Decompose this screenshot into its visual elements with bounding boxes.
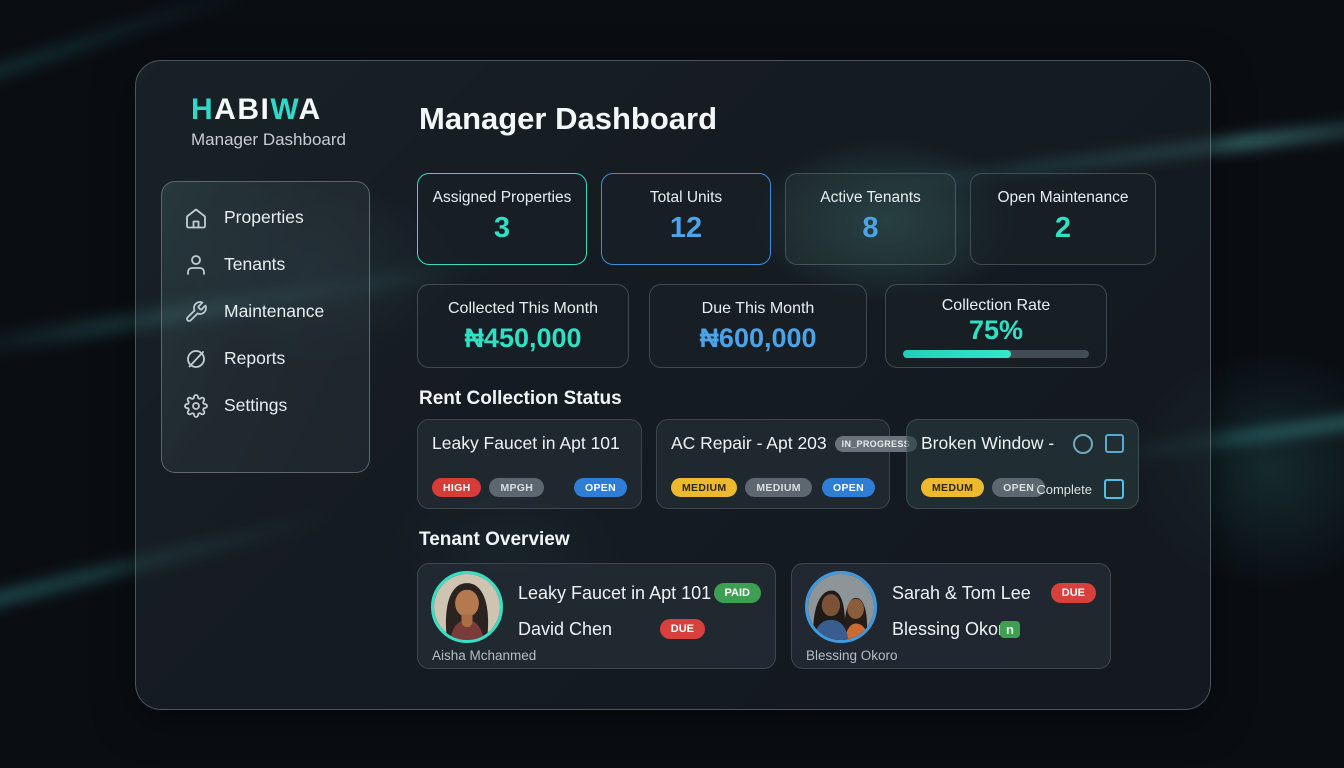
priority-badge: HIGH bbox=[432, 478, 481, 497]
stat-card-active-tenants[interactable]: Active Tenants 8 bbox=[785, 173, 956, 265]
stat-card-total-units[interactable]: Total Units 12 bbox=[601, 173, 771, 265]
due-badge: DUE bbox=[660, 619, 705, 639]
gear-icon bbox=[184, 394, 208, 418]
dashboard-panel: HABIWA Manager Dashboard Properties Tena… bbox=[135, 60, 1211, 710]
category-badge: MPGH bbox=[489, 478, 544, 497]
stat-label: Collected This Month bbox=[418, 300, 628, 318]
stat-value: 2 bbox=[971, 212, 1155, 245]
stat-value: 3 bbox=[418, 212, 586, 245]
tenant-row-text: Leaky Faucet in Apt 101 bbox=[518, 583, 711, 604]
sidebar-item-label: Properties bbox=[224, 207, 304, 228]
sidebar-item-properties[interactable]: Properties bbox=[162, 194, 369, 241]
stat-value: ₦450,000 bbox=[418, 323, 628, 354]
paid-badge: PAID bbox=[714, 583, 761, 603]
complete-label: Complete bbox=[1036, 482, 1092, 497]
maintenance-card[interactable]: Broken Window - MEDUM OPEN Complete bbox=[906, 419, 1139, 509]
brand-name: HABIWA bbox=[191, 93, 346, 127]
wrench-icon bbox=[184, 300, 208, 324]
square-outline-icon bbox=[1105, 434, 1124, 453]
tenant-row-text: Sarah & Tom Lee bbox=[892, 583, 1031, 604]
avatar-image-couple bbox=[808, 574, 874, 640]
user-icon bbox=[184, 253, 208, 277]
sidebar-item-reports[interactable]: Reports bbox=[162, 335, 369, 382]
badge-fragment: n bbox=[1000, 621, 1020, 638]
sidebar-item-label: Maintenance bbox=[224, 301, 324, 322]
tenant-card[interactable]: Leaky Faucet in Apt 101 PAID David Chen … bbox=[417, 563, 776, 669]
stat-card-assigned-properties[interactable]: Assigned Properties 3 bbox=[417, 173, 587, 265]
stat-label: Due This Month bbox=[650, 300, 866, 318]
stat-value: 12 bbox=[602, 212, 770, 245]
due-badge: DUE bbox=[1051, 583, 1096, 603]
avatar bbox=[431, 571, 503, 643]
maintenance-title: Broken Window - bbox=[921, 433, 1054, 454]
sidebar: Properties Tenants Maintenance Reports bbox=[161, 181, 370, 473]
stat-label: Active Tenants bbox=[786, 189, 955, 207]
priority-badge: MEDUM bbox=[921, 478, 984, 497]
collection-progress-bar bbox=[903, 350, 1089, 358]
maintenance-card[interactable]: Leaky Faucet in Apt 101 HIGH MPGH OPEN bbox=[417, 419, 642, 509]
avatar bbox=[805, 571, 877, 643]
stat-card-open-maintenance[interactable]: Open Maintenance 2 bbox=[970, 173, 1156, 265]
stat-card-due-this-month[interactable]: Due This Month ₦600,000 bbox=[649, 284, 867, 368]
tenant-caption: Aisha Mchanmed bbox=[432, 648, 536, 663]
brand-logo: HABIWA Manager Dashboard bbox=[191, 93, 346, 150]
avatar-image-woman bbox=[434, 574, 500, 640]
sidebar-item-label: Settings bbox=[224, 395, 287, 416]
report-icon bbox=[184, 347, 208, 371]
sidebar-item-maintenance[interactable]: Maintenance bbox=[162, 288, 369, 335]
complete-checkbox[interactable] bbox=[1104, 479, 1124, 499]
stat-card-collected-this-month[interactable]: Collected This Month ₦450,000 bbox=[417, 284, 629, 368]
priority-badge: MEDIUM bbox=[671, 478, 737, 497]
status-badge: OPEN bbox=[574, 478, 627, 497]
section-heading-rent-status: Rent Collection Status bbox=[419, 388, 622, 410]
tenant-card[interactable]: Sarah & Tom Lee DUE Blessing Okor n Bles… bbox=[791, 563, 1111, 669]
sidebar-item-label: Tenants bbox=[224, 254, 285, 275]
stat-value: ₦600,000 bbox=[650, 323, 866, 354]
status-badge: OPEN bbox=[822, 478, 875, 497]
tenant-caption: Blessing Okoro bbox=[806, 648, 898, 663]
stat-label: Collection Rate bbox=[886, 297, 1106, 315]
collection-progress-fill bbox=[903, 350, 1011, 358]
stat-value: 75% bbox=[886, 315, 1106, 345]
category-badge: MEDIUM bbox=[745, 478, 811, 497]
stat-label: Total Units bbox=[602, 189, 770, 207]
brand-subtitle: Manager Dashboard bbox=[191, 130, 346, 150]
page-title: Manager Dashboard bbox=[419, 101, 717, 137]
progress-tag: IN_PROGRESS bbox=[835, 436, 917, 452]
maintenance-title: AC Repair - Apt 203 bbox=[671, 433, 827, 454]
sidebar-item-settings[interactable]: Settings bbox=[162, 382, 369, 429]
section-heading-tenant-overview: Tenant Overview bbox=[419, 529, 570, 551]
home-icon bbox=[184, 206, 208, 230]
stat-label: Open Maintenance bbox=[971, 189, 1155, 207]
circle-outline-icon bbox=[1073, 434, 1093, 454]
sidebar-item-label: Reports bbox=[224, 348, 285, 369]
stat-value: 8 bbox=[786, 212, 955, 245]
tenant-row-text: David Chen bbox=[518, 619, 612, 640]
stat-label: Assigned Properties bbox=[418, 189, 586, 207]
maintenance-title: Leaky Faucet in Apt 101 bbox=[432, 433, 620, 454]
maintenance-card[interactable]: AC Repair - Apt 203 IN_PROGRESS MEDIUM M… bbox=[656, 419, 890, 509]
tenant-row-text: Blessing Okor bbox=[892, 619, 1004, 640]
stat-card-collection-rate[interactable]: Collection Rate 75% bbox=[885, 284, 1107, 368]
sidebar-item-tenants[interactable]: Tenants bbox=[162, 241, 369, 288]
